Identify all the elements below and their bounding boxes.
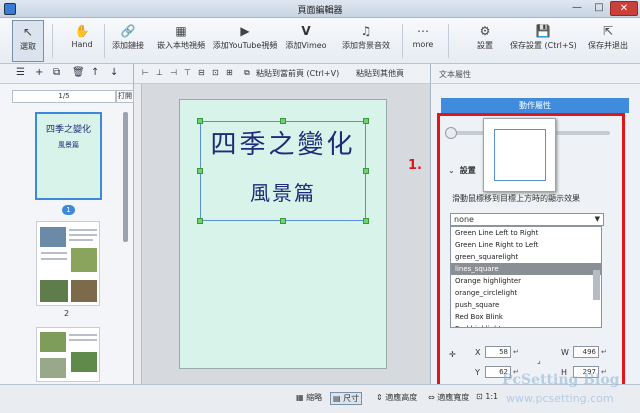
add-music-button[interactable]: ♫ 添加背景音效 (336, 20, 396, 62)
hand-icon: ✋ (74, 24, 90, 38)
fit-width-button[interactable]: ⇔ 適應寬度 (428, 392, 469, 403)
fit-height-button[interactable]: ⇕ 適應高度 (376, 392, 417, 403)
fit-height-icon: ⇕ (376, 393, 383, 402)
thumb-image (71, 280, 97, 302)
fit-width-icon: ⇔ (428, 393, 435, 402)
more-dots-icon: ⋯ (417, 24, 429, 38)
grid-icon: ▦ (296, 393, 304, 402)
copy-page-icon[interactable]: ⧉ (53, 67, 60, 78)
align-bottom-icon[interactable]: ⊡ (212, 68, 219, 77)
thumb-image (40, 332, 66, 352)
delete-page-icon[interactable]: 🗑 (72, 67, 85, 78)
thumbnail-view-button[interactable]: ▦ 縮略 (296, 392, 322, 403)
save-exit-icon: ⇱ (602, 24, 614, 38)
hand-tool-button[interactable]: ✋ Hand (66, 20, 98, 62)
actual-size-button[interactable]: ▤ 尺寸 (330, 392, 363, 405)
main-toolbar: ↖ 選取 ✋ Hand 🔗 添加鏈接 ▦ 嵌入本地視頻 ▶ 添加YouTube視頻 V 添加… (0, 18, 640, 64)
thumbnail-toolbar: ☰ + ⧉ 🗑 ↑ ↓ (0, 64, 134, 84)
title-bar: 頁面編輯器 — □ ✕ (0, 0, 640, 18)
add-vimeo-button[interactable]: V 添加Vimeo (284, 20, 328, 62)
add-page-icon[interactable]: + (35, 67, 43, 78)
page-title-text[interactable]: 四季之變化 (200, 124, 366, 161)
thumb-image (71, 352, 97, 372)
page-number-badge: 1 (62, 205, 75, 215)
text-properties-tab[interactable]: 文本屬性 (439, 69, 471, 80)
thumbnail-pane: 1/5 打開 四季之變化 風景篇 1 2 (0, 84, 134, 384)
save-icon: 💾 (535, 24, 551, 38)
editing-canvas: 四季之變化 風景篇 (134, 84, 430, 384)
page-thumbnail-2[interactable] (36, 221, 100, 306)
resize-handle[interactable] (363, 168, 369, 174)
page-subtitle-text[interactable]: 風景篇 (200, 177, 366, 206)
edit-toolbar: ⊢ ⊥ ⊣ ⊤ ⊟ ⊡ ⊞ ⧉ 粘貼到當前頁 (Ctrl+V) 粘貼到其他頁 (134, 64, 430, 84)
annotation-number: 1. (408, 158, 422, 173)
highlight-annotation-box (437, 113, 625, 394)
settings-button[interactable]: ⚙ 設置 (468, 20, 502, 62)
thumb-title: 四季之變化 (45, 125, 91, 135)
minimize-button[interactable]: — (566, 1, 588, 16)
move-down-icon[interactable]: ↓ (110, 67, 118, 78)
gear-icon: ⚙ (479, 24, 491, 38)
resize-handle[interactable] (197, 168, 203, 174)
youtube-icon: ▶ (240, 24, 250, 38)
save-exit-button[interactable]: ⇱ 保存并退出 (582, 20, 634, 62)
open-page-button[interactable]: 打開 (116, 90, 134, 103)
page-number: 2 (64, 309, 70, 318)
actual-ratio-button[interactable]: ⊡ 1:1 (476, 392, 498, 401)
resize-handle[interactable] (280, 218, 286, 224)
music-note-icon: ♫ (360, 24, 372, 38)
ratio-icon: ⊡ (476, 392, 483, 401)
resize-handle[interactable] (363, 218, 369, 224)
align-middle-icon[interactable]: ⊟ (198, 68, 205, 77)
thumb-image (40, 358, 66, 378)
window-title: 頁面編輯器 (297, 6, 343, 16)
add-link-button[interactable]: 🔗 添加鏈接 (110, 20, 146, 62)
close-button[interactable]: ✕ (610, 1, 638, 16)
vimeo-icon: V (301, 24, 311, 38)
animation-properties-tab[interactable]: 動作屬性 (441, 98, 629, 113)
page-canvas[interactable]: 四季之變化 風景篇 (179, 99, 387, 369)
paste-current-button[interactable]: 粘貼到當前頁 (Ctrl+V) (256, 68, 339, 79)
thumb-subtitle: 風景篇 (58, 141, 79, 149)
page-thumbnail-1[interactable]: 四季之變化 風景篇 (35, 112, 102, 200)
film-icon: ▦ (175, 24, 187, 38)
watermark-url: www.pcsetting.com (506, 392, 614, 405)
page-icon: ▤ (333, 394, 341, 403)
select-arrow-icon: ↖ (22, 25, 34, 39)
add-youtube-button[interactable]: ▶ 添加YouTube視頻 (212, 20, 278, 62)
copy-icon[interactable]: ⧉ (244, 68, 250, 78)
align-center-icon[interactable]: ⊥ (156, 68, 163, 77)
watermark-logo: PcSetting Blog (502, 372, 620, 388)
align-right-icon[interactable]: ⊣ (170, 68, 177, 77)
thumb-image (40, 227, 66, 247)
list-icon[interactable]: ☰ (16, 67, 25, 78)
align-left-icon[interactable]: ⊢ (142, 68, 149, 77)
move-up-icon[interactable]: ↑ (91, 67, 99, 78)
thumb-image (71, 248, 97, 272)
select-tool-button[interactable]: ↖ 選取 (12, 20, 44, 62)
maximize-button[interactable]: □ (588, 1, 610, 16)
more-button[interactable]: ⋯ more (408, 20, 438, 62)
link-icon: 🔗 (120, 24, 136, 38)
embed-video-button[interactable]: ▦ 嵌入本地視頻 (154, 20, 208, 62)
paste-other-button[interactable]: 粘貼到其他頁 (356, 68, 404, 79)
thumbnail-scrollbar[interactable] (123, 112, 128, 242)
page-info: 1/5 (12, 90, 116, 103)
vertical-ruler (134, 84, 142, 384)
save-button[interactable]: 💾 保存設置 (Ctrl+S) (510, 20, 577, 62)
panel-header: 文本屬性 (430, 64, 640, 84)
distribute-icon[interactable]: ⊞ (226, 68, 233, 77)
page-thumbnail-3[interactable] (36, 327, 100, 382)
thumb-image (40, 280, 68, 302)
align-top-icon[interactable]: ⊤ (184, 68, 191, 77)
resize-handle[interactable] (197, 218, 203, 224)
